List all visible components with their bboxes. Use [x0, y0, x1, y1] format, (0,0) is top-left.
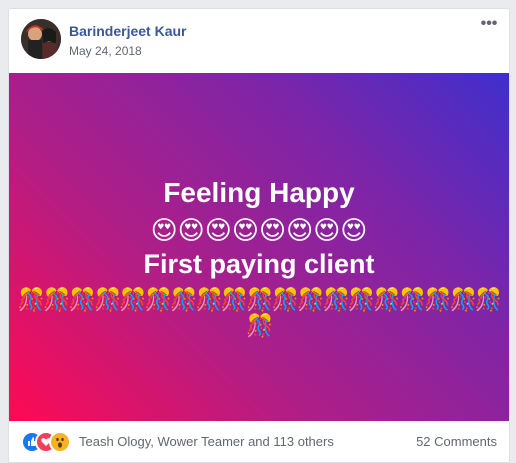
comments-count[interactable]: 52 Comments	[416, 434, 497, 449]
post-card: Barinderjeet Kaur May 24, 2018 ••• Feeli…	[8, 8, 510, 463]
confetti-emoji-row: 🎊🎊🎊🎊🎊🎊🎊🎊🎊🎊🎊🎊🎊🎊🎊🎊🎊🎊🎊🎊	[17, 287, 502, 338]
more-options-icon[interactable]: •••	[479, 16, 499, 33]
post-banner[interactable]: Feeling Happy 😍😍😍😍😍😍😍😍 First paying clie…	[9, 73, 509, 421]
post-footer: Teash Ology, Wower Teamer and 113 others…	[9, 421, 509, 462]
reactions-summary[interactable]: Teash Ology, Wower Teamer and 113 others	[79, 434, 334, 449]
avatar-image	[21, 19, 61, 59]
banner-line-2: First paying client	[143, 249, 375, 279]
post-date[interactable]: May 24, 2018	[69, 44, 142, 58]
author-name[interactable]: Barinderjeet Kaur	[69, 23, 186, 39]
post-header: Barinderjeet Kaur May 24, 2018 •••	[9, 9, 509, 73]
reaction-icons[interactable]	[21, 431, 77, 453]
wow-icon	[49, 431, 71, 453]
banner-line-1: Feeling Happy	[163, 177, 355, 208]
heart-eyes-emoji-row: 😍😍😍😍😍😍😍😍	[150, 215, 368, 245]
avatar[interactable]	[21, 19, 61, 59]
